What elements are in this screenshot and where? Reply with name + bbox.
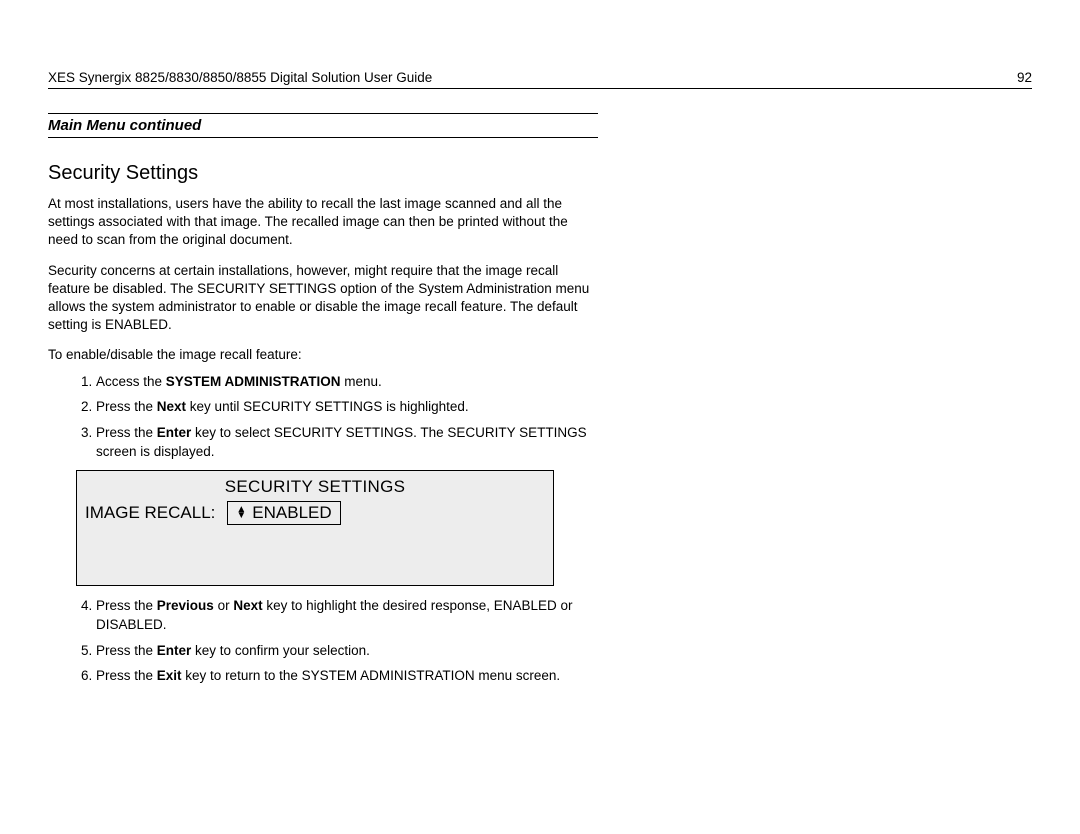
step-text: Press the xyxy=(96,399,157,414)
step-text: Press the xyxy=(96,425,157,440)
steps-list: Access the SYSTEM ADMINISTRATION menu. P… xyxy=(48,372,598,462)
up-down-icon: ▲▼ xyxy=(236,507,246,518)
step-text: key to return to the SYSTEM ADMINISTRATI… xyxy=(182,668,561,683)
step-text: key until SECURITY SETTINGS is highlight… xyxy=(186,399,469,414)
screen-field-value: ▲▼ ENABLED xyxy=(227,501,340,525)
step-bold: Next xyxy=(157,399,186,414)
screen-title: SECURITY SETTINGS xyxy=(85,477,545,497)
screen-value-text: ENABLED xyxy=(252,503,331,523)
steps-list-cont: Press the Previous or Next key to highli… xyxy=(48,596,598,686)
page-number: 92 xyxy=(1017,70,1032,85)
lead-sentence: To enable/disable the image recall featu… xyxy=(48,347,598,362)
screen-row: IMAGE RECALL: ▲▼ ENABLED xyxy=(85,501,545,525)
step-bold: Previous xyxy=(157,598,214,613)
step-6: Press the Exit key to return to the SYST… xyxy=(96,666,598,686)
step-bold: Enter xyxy=(157,425,192,440)
step-bold: Enter xyxy=(157,643,192,658)
step-3: Press the Enter key to select SECURITY S… xyxy=(96,423,598,462)
step-text: key to confirm your selection. xyxy=(191,643,370,658)
step-bold: Next xyxy=(233,598,262,613)
step-text: Press the xyxy=(96,598,157,613)
content-column: Main Menu continued Security Settings At… xyxy=(48,113,598,686)
step-2: Press the Next key until SECURITY SETTIN… xyxy=(96,397,598,417)
step-bold: Exit xyxy=(157,668,182,683)
paragraph-1: At most installations, users have the ab… xyxy=(48,195,598,250)
page-title: Security Settings xyxy=(48,162,598,185)
step-1: Access the SYSTEM ADMINISTRATION menu. xyxy=(96,372,598,392)
paragraph-2: Security concerns at certain installatio… xyxy=(48,262,598,335)
page-header: XES Synergix 8825/8830/8850/8855 Digital… xyxy=(48,70,1032,89)
step-text: Press the xyxy=(96,668,157,683)
lcd-screen-panel: SECURITY SETTINGS IMAGE RECALL: ▲▼ ENABL… xyxy=(76,470,554,586)
step-text: Press the xyxy=(96,643,157,658)
step-text: Access the xyxy=(96,374,166,389)
step-4: Press the Previous or Next key to highli… xyxy=(96,596,598,635)
step-text: or xyxy=(214,598,234,613)
step-text: menu. xyxy=(341,374,382,389)
step-bold: SYSTEM ADMINISTRATION xyxy=(166,374,341,389)
section-header: Main Menu continued xyxy=(48,113,598,138)
screen-field-label: IMAGE RECALL: xyxy=(85,503,215,523)
doc-title: XES Synergix 8825/8830/8850/8855 Digital… xyxy=(48,70,432,85)
step-5: Press the Enter key to confirm your sele… xyxy=(96,641,598,661)
